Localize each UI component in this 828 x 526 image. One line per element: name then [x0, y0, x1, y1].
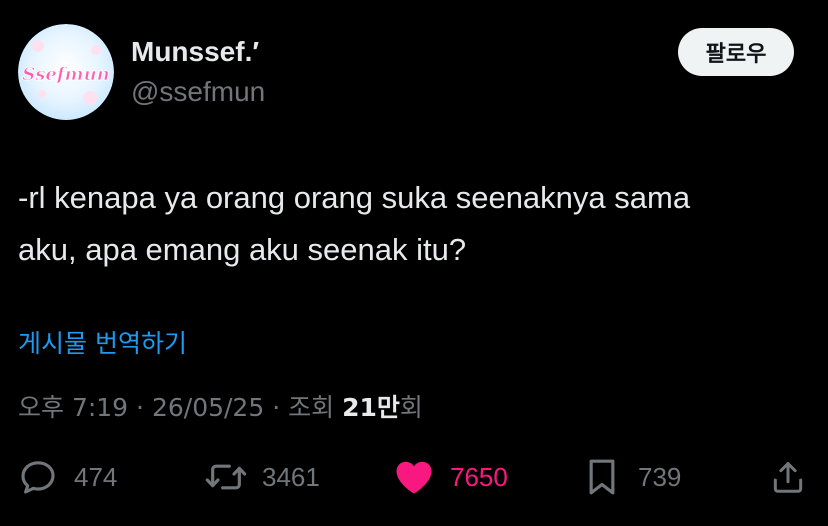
share-icon[interactable] [766, 455, 810, 499]
post-time[interactable]: 오후 7:19 [18, 393, 128, 422]
reply-icon[interactable] [16, 455, 60, 499]
post-text: -rl kenapa ya orang orang suka seenaknya… [18, 180, 691, 267]
bookmark-button[interactable]: 739 [580, 452, 681, 502]
share-button[interactable] [766, 452, 810, 502]
repost-icon[interactable] [204, 455, 248, 499]
avatar-logo-text: Ssefmun [22, 64, 110, 85]
translate-post-link[interactable]: 게시물 번역하기 [18, 324, 187, 360]
avatar[interactable]: Ssefmun [18, 24, 114, 120]
user-handle[interactable]: @ssefmun [131, 76, 265, 108]
heart-filled-icon[interactable] [392, 455, 436, 499]
bookmark-icon[interactable] [580, 455, 624, 499]
repost-button[interactable]: 3461 [204, 452, 320, 502]
meta-separator: · [136, 393, 144, 422]
views-suffix: 회 [399, 393, 423, 422]
views-count[interactable]: 21만 [342, 393, 400, 422]
repost-count: 3461 [262, 461, 320, 492]
bookmark-count: 739 [638, 461, 682, 492]
action-bar: 474 3461 7650 739 [0, 452, 828, 502]
display-name[interactable]: Munssef.′ [131, 36, 259, 68]
reply-count: 474 [74, 461, 118, 492]
follow-button[interactable]: 팔로우 [678, 28, 794, 76]
like-button[interactable]: 7650 [392, 452, 508, 502]
post-meta: 오후 7:19 · 26/05/25 · 조회 21만회 [18, 388, 423, 424]
like-count: 7650 [450, 461, 508, 492]
views-prefix: 조회 [288, 393, 335, 422]
post-date[interactable]: 26/05/25 [152, 393, 264, 422]
meta-separator: · [272, 393, 281, 422]
reply-button[interactable]: 474 [16, 452, 117, 502]
